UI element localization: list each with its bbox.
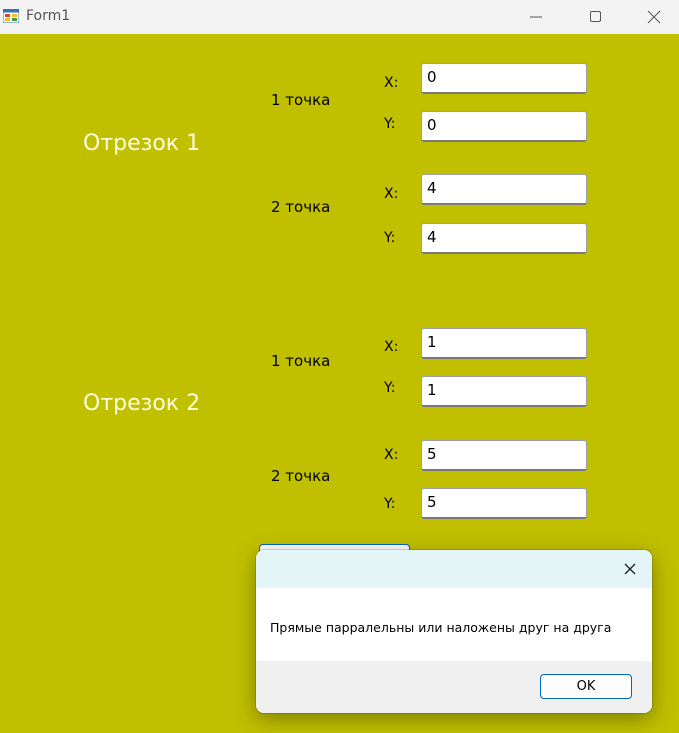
message-box-body: Прямые парралельны или наложены друг на …	[256, 588, 652, 661]
message-text: Прямые парралельны или наложены друг на …	[270, 620, 612, 635]
maximize-button[interactable]	[573, 0, 619, 34]
message-box-header	[256, 550, 652, 588]
window-titlebar: Form1	[0, 0, 679, 34]
segment-2-point-1-y-input[interactable]: 1	[421, 376, 587, 407]
segment-2-point-2-x-label: X:	[384, 447, 399, 463]
minimize-button[interactable]	[513, 0, 559, 34]
segment-1-point-1-y-input[interactable]: 0	[421, 111, 587, 142]
segment-1-point-1-label: 1 точка	[271, 91, 331, 109]
segment-2-point-2-x-input[interactable]: 5	[421, 440, 587, 471]
minimize-icon	[530, 16, 542, 18]
window-title: Form1	[26, 8, 71, 24]
message-box-footer: OK	[256, 661, 652, 713]
segment-1-point-2-x-input[interactable]: 4	[421, 174, 587, 205]
segment-1-point-2-x-label: X:	[384, 186, 399, 202]
segment-2-point-2-y-label: Y:	[384, 496, 396, 512]
segment-1-point-1-x-label: X:	[384, 75, 399, 91]
message-box: Прямые парралельны или наложены друг на …	[256, 550, 652, 713]
segment-2-point-1-x-input[interactable]: 1	[421, 328, 587, 359]
segment-1-point-1-x-input[interactable]: 0	[421, 63, 587, 94]
close-icon	[647, 10, 661, 24]
maximize-icon	[590, 11, 601, 22]
segment-1-point-2-y-input[interactable]: 4	[421, 223, 587, 254]
segment-2-point-1-label: 1 точка	[271, 352, 331, 370]
app-icon[interactable]	[2, 8, 20, 24]
close-window-button[interactable]	[631, 0, 677, 34]
segment-2-label: Отрезок 2	[83, 391, 201, 416]
segment-2-point-1-x-label: X:	[384, 339, 399, 355]
segment-2-point-2-y-input[interactable]: 5	[421, 488, 587, 519]
segment-1-point-2-label: 2 точка	[271, 198, 331, 216]
segment-1-point-1-y-label: Y:	[384, 116, 396, 132]
segment-2-point-2-label: 2 точка	[271, 467, 331, 485]
ok-button[interactable]: OK	[540, 674, 632, 699]
segment-2-point-1-y-label: Y:	[384, 380, 396, 396]
close-icon	[624, 563, 636, 575]
segment-1-label: Отрезок 1	[83, 131, 201, 156]
dialog-close-button[interactable]	[620, 559, 640, 579]
segment-1-point-2-y-label: Y:	[384, 230, 396, 246]
